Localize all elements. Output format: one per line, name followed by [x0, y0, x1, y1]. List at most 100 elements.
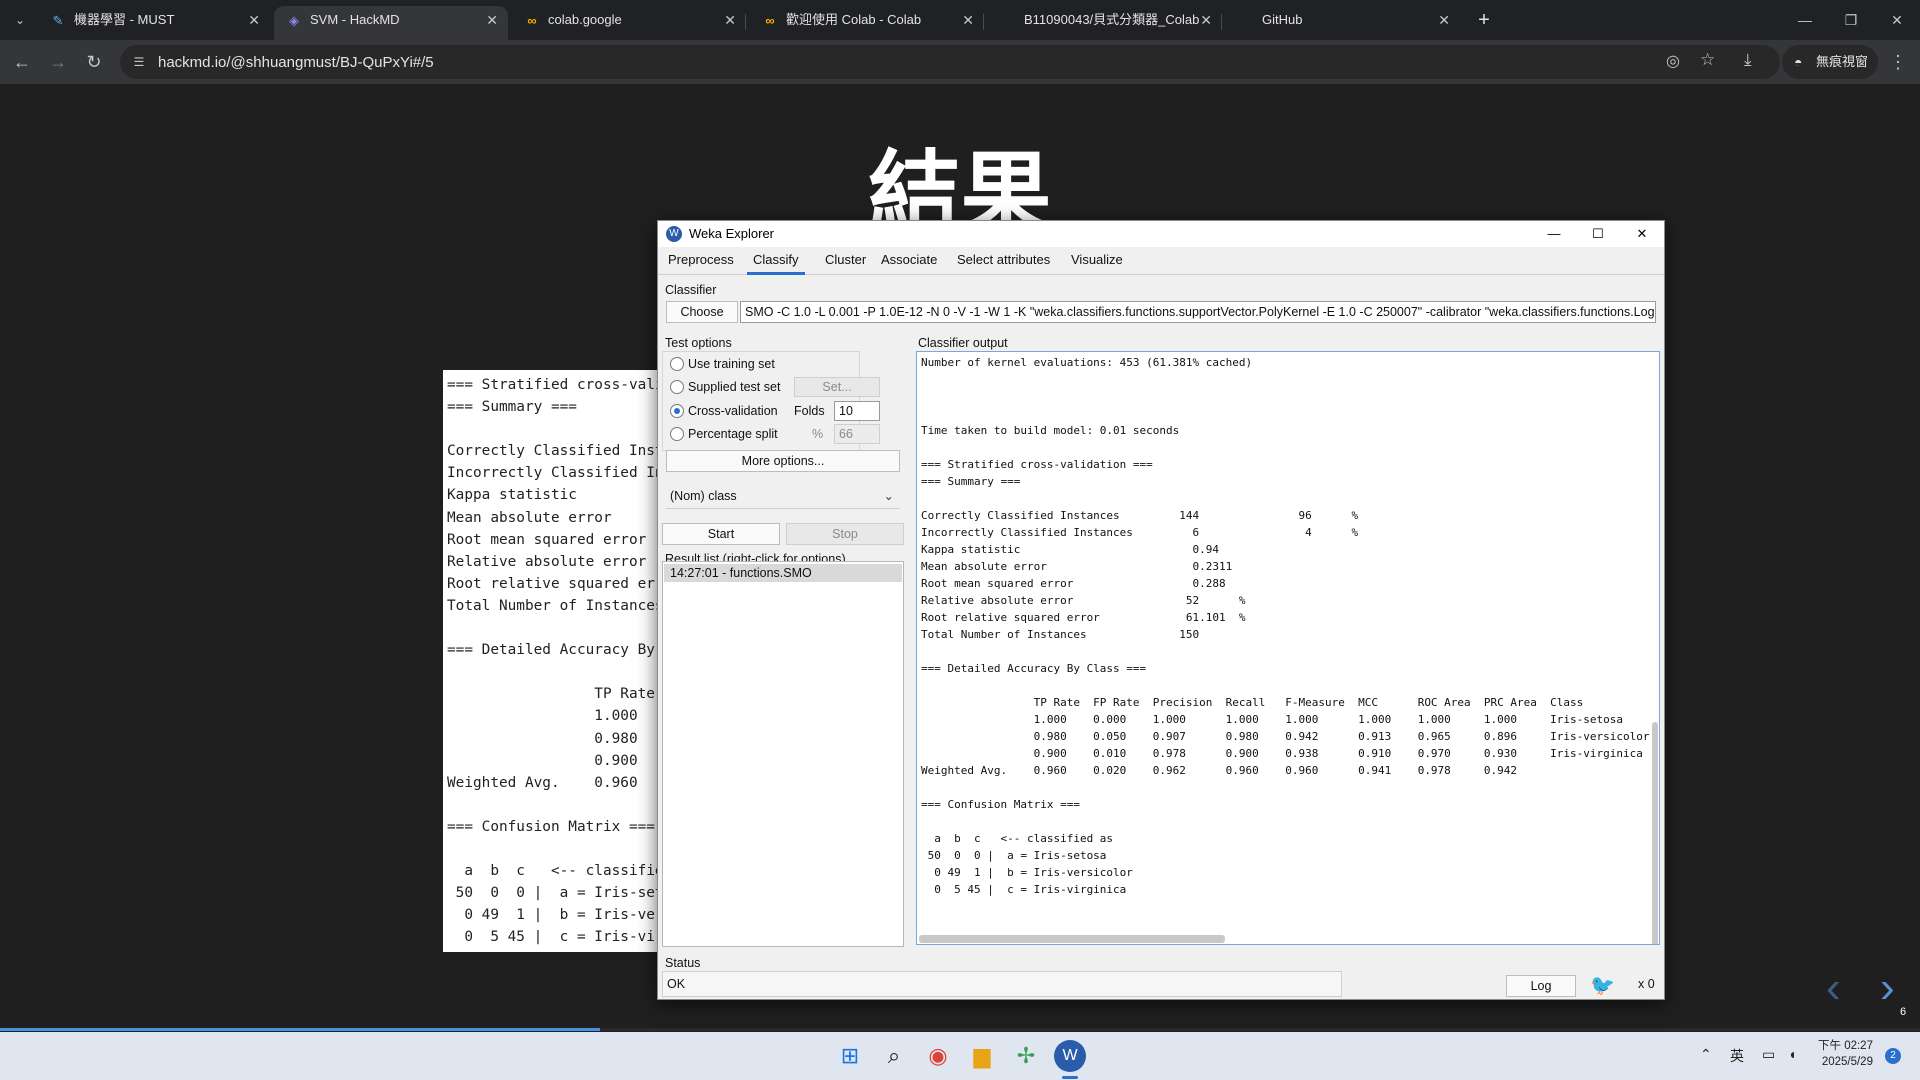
- browser-tab-strip: ⌄ ✎ 機器學習 - MUST ✕ ◈ SVM - HackMD ✕ ∞ col…: [0, 0, 1920, 40]
- address-bar[interactable]: ☰ hackmd.io/@shhuangmust/BJ-QuPxYi#/5 ◎ …: [120, 45, 1780, 79]
- percent-input[interactable]: 66: [834, 424, 880, 444]
- search-icon[interactable]: ⌕: [878, 1040, 910, 1072]
- reload-button[interactable]: ↻: [82, 50, 106, 74]
- tab-github[interactable]: ● GitHub ✕: [1226, 6, 1460, 40]
- file-explorer-icon[interactable]: ▆: [966, 1040, 998, 1072]
- cross-validation-radio[interactable]: [670, 404, 684, 418]
- volume-icon[interactable]: ◖: [1788, 1046, 1796, 1062]
- close-window-button[interactable]: ✕: [1874, 0, 1920, 40]
- use-training-set-label[interactable]: Use training set: [688, 357, 775, 371]
- github-icon: ●: [1242, 13, 1250, 28]
- close-tab-icon[interactable]: ✕: [962, 6, 974, 34]
- folds-label: Folds: [794, 404, 825, 418]
- result-list-item[interactable]: 14:27:01 - functions.SMO: [664, 564, 902, 582]
- tab-select-attributes[interactable]: Select attributes: [951, 249, 1056, 275]
- result-list[interactable]: 14:27:01 - functions.SMO: [662, 561, 904, 947]
- tab-classify[interactable]: Classify: [747, 249, 805, 275]
- weka-taskbar-icon[interactable]: W: [1054, 1040, 1086, 1072]
- classifier-output-panel[interactable]: Number of kernel evaluations: 453 (61.38…: [916, 351, 1660, 945]
- supplied-test-set-radio[interactable]: [670, 380, 684, 394]
- tab-title: 歡迎使用 Colab - Colab: [786, 12, 922, 27]
- tray-expand-icon[interactable]: ⌃: [1700, 1046, 1712, 1063]
- tab-visualize[interactable]: Visualize: [1065, 249, 1129, 275]
- folds-input[interactable]: 10: [834, 401, 880, 421]
- tab-github-repo[interactable]: ● B11090043/貝式分類器_Colab ✕: [988, 6, 1222, 40]
- percentage-split-radio[interactable]: [670, 427, 684, 441]
- set-button[interactable]: Set...: [794, 377, 880, 397]
- classifier-command-field[interactable]: SMO -C 1.0 -L 0.001 -P 1.0E-12 -N 0 -V -…: [740, 301, 1656, 323]
- windows-start-icon[interactable]: ⊞: [834, 1040, 866, 1072]
- incognito-indicator[interactable]: ◓ 無痕視窗: [1782, 45, 1878, 79]
- stop-button[interactable]: Stop: [786, 523, 904, 545]
- download-icon[interactable]: ⤓: [1744, 50, 1752, 70]
- display-icon[interactable]: ▭: [1762, 1046, 1775, 1063]
- percentage-split-label[interactable]: Percentage split: [688, 427, 778, 441]
- back-button[interactable]: ←: [10, 50, 34, 74]
- chrome-icon[interactable]: ◉: [922, 1040, 954, 1072]
- slide-progress-bar: [0, 1028, 1920, 1031]
- choose-button[interactable]: Choose: [666, 301, 738, 323]
- close-tab-icon[interactable]: ✕: [1438, 6, 1450, 34]
- status-label: Status: [665, 956, 701, 970]
- tab-cluster[interactable]: Cluster: [819, 249, 872, 275]
- notification-badge[interactable]: 2: [1885, 1048, 1901, 1064]
- tab-associate[interactable]: Associate: [875, 249, 943, 275]
- weka-minimize-button[interactable]: —: [1532, 221, 1576, 247]
- weka-bird-icon: W: [666, 226, 682, 242]
- tab-search-button[interactable]: ⌄: [8, 8, 32, 32]
- weka-title: Weka Explorer: [689, 226, 775, 241]
- tab-separator: [1221, 14, 1222, 30]
- weka-close-button[interactable]: ✕: [1620, 221, 1664, 247]
- output-horizontal-scrollbar[interactable]: [919, 935, 1225, 943]
- incognito-icon: ◓: [1794, 54, 1803, 70]
- browser-toolbar: ← → ↻ ☰ hackmd.io/@shhuangmust/BJ-QuPxYi…: [0, 40, 1920, 84]
- close-tab-icon[interactable]: ✕: [1200, 6, 1212, 34]
- more-options-button[interactable]: More options...: [666, 450, 900, 472]
- use-training-set-radio[interactable]: [670, 357, 684, 371]
- class-attribute-select[interactable]: (Nom) class ⌄: [666, 485, 900, 509]
- test-options-label: Test options: [665, 336, 732, 350]
- bookmark-star-icon[interactable]: ☆: [1700, 50, 1715, 70]
- supplied-test-set-label[interactable]: Supplied test set: [688, 380, 780, 394]
- tab-colab-welcome[interactable]: ∞ 歡迎使用 Colab - Colab ✕: [750, 6, 984, 40]
- slide-page-number: 6: [1900, 1006, 1907, 1018]
- slide-prev-arrow-icon[interactable]: ‹: [1826, 966, 1841, 1010]
- output-vertical-scrollbar[interactable]: [1652, 722, 1658, 944]
- tab-ml-must[interactable]: ✎ 機器學習 - MUST ✕: [38, 6, 270, 40]
- colab-icon: ∞: [527, 13, 537, 28]
- close-tab-icon[interactable]: ✕: [248, 6, 260, 34]
- forward-button[interactable]: →: [46, 50, 70, 74]
- tab-preprocess[interactable]: Preprocess: [662, 249, 740, 275]
- minimize-button[interactable]: —: [1782, 0, 1828, 40]
- tab-colab-google[interactable]: ∞ colab.google ✕: [512, 6, 746, 40]
- menu-kebab-icon[interactable]: ⋮: [1886, 50, 1910, 74]
- site-info-icon[interactable]: ☰: [130, 53, 148, 71]
- log-button[interactable]: Log: [1506, 975, 1576, 997]
- ime-indicator[interactable]: 英: [1730, 1046, 1744, 1066]
- active-app-indicator: [1062, 1076, 1078, 1079]
- new-tab-button[interactable]: +: [1472, 8, 1496, 32]
- tab-svm-hackmd[interactable]: ◈ SVM - HackMD ✕: [274, 6, 508, 40]
- tab-separator: [983, 14, 984, 30]
- close-tab-icon[interactable]: ✕: [486, 6, 498, 34]
- tab-title: SVM - HackMD: [310, 12, 400, 27]
- cross-validation-label[interactable]: Cross-validation: [688, 404, 778, 418]
- weka-titlebar[interactable]: W Weka Explorer — ☐ ✕: [658, 221, 1664, 247]
- percent-label: %: [812, 427, 824, 441]
- slide-code-block: === Stratified cross-validation === === …: [443, 370, 663, 952]
- url-text[interactable]: hackmd.io/@shhuangmust/BJ-QuPxYi#/5: [158, 54, 434, 71]
- task-count: x 0: [1638, 977, 1655, 991]
- tab-title: colab.google: [548, 12, 622, 27]
- close-tab-icon[interactable]: ✕: [724, 6, 736, 34]
- start-button[interactable]: Start: [662, 523, 780, 545]
- restore-button[interactable]: ❐: [1828, 0, 1874, 40]
- slide-next-arrow-icon[interactable]: ›: [1880, 966, 1895, 1010]
- clock[interactable]: 下午 02:27 2025/5/29: [1818, 1038, 1873, 1070]
- app-tool-icon[interactable]: ✢: [1010, 1040, 1042, 1072]
- hackmd-pen-icon: ✎: [52, 13, 64, 28]
- weka-maximize-button[interactable]: ☐: [1576, 221, 1620, 247]
- clock-date: 2025/5/29: [1821, 1056, 1873, 1068]
- github-icon: ●: [1004, 13, 1012, 28]
- slide-code-text: === Stratified cross-validation === === …: [447, 377, 663, 946]
- eye-off-icon[interactable]: ◎: [1666, 51, 1680, 71]
